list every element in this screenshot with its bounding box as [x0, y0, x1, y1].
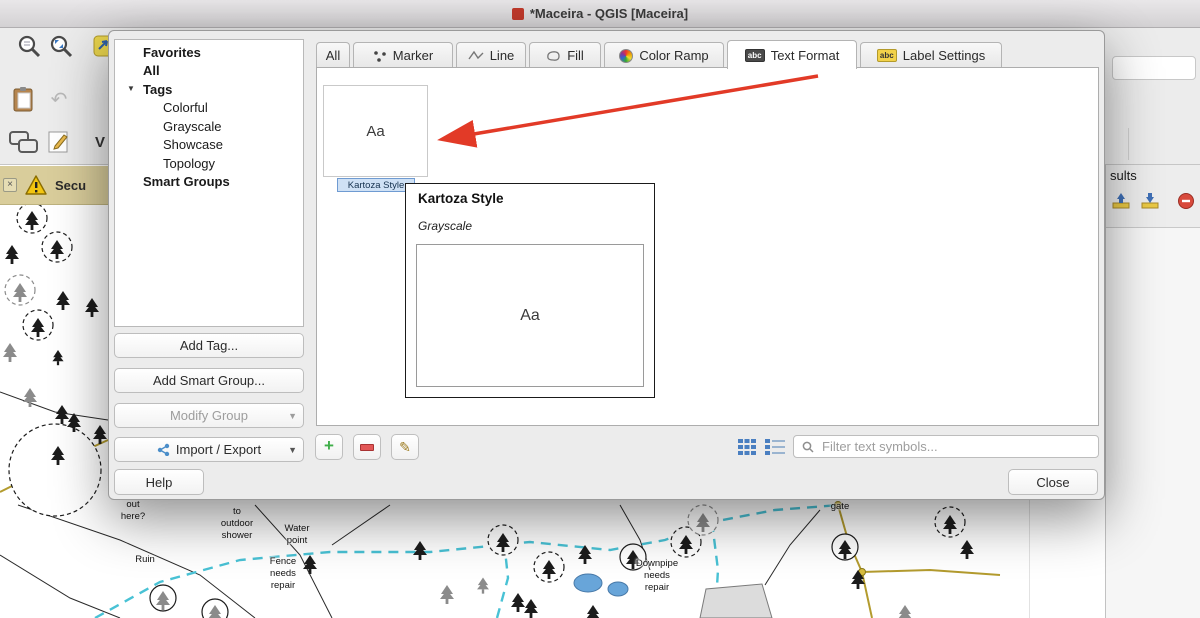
modify-group-button[interactable]: Modify Group▼: [114, 403, 304, 428]
tag-item-tags[interactable]: ▼Tags: [115, 80, 303, 99]
tag-item-grayscale[interactable]: Grayscale: [115, 117, 303, 136]
load-results-icon[interactable]: [1111, 191, 1131, 211]
results-toolbar: [1111, 191, 1197, 211]
results-body: [1106, 228, 1200, 618]
results-panel-title: sults: [1110, 168, 1137, 183]
grid-view-icon: [737, 438, 757, 456]
tab-label-settings[interactable]: abc Label Settings: [860, 42, 1002, 68]
style-tooltip: Kartoza Style Grayscale Aa: [405, 183, 655, 398]
filter-field: [793, 435, 1099, 458]
tab-line[interactable]: Line: [456, 42, 526, 68]
text-format-thumbnail[interactable]: Aa: [323, 85, 428, 177]
tag-item-favorites[interactable]: Favorites: [115, 43, 303, 62]
results-panel: sults: [1105, 165, 1200, 618]
tag-item-showcase[interactable]: Showcase: [115, 136, 303, 155]
zoom-native-icon[interactable]: [17, 34, 43, 60]
map-label: Ruin: [135, 554, 155, 566]
tag-item-topology[interactable]: Topology: [115, 154, 303, 173]
tab-text-format[interactable]: abc Text Format: [727, 40, 857, 69]
map-label: Downpipe needs repair: [636, 558, 678, 594]
message-bar: × Secu: [0, 166, 108, 205]
line-icon: [468, 50, 484, 61]
map-label: to outdoor shower: [221, 506, 253, 542]
edit-label-icon[interactable]: [46, 128, 72, 156]
paste-icon[interactable]: [12, 86, 36, 114]
tag-tree: Favorites All ▼Tags Colorful Grayscale S…: [114, 39, 304, 327]
tab-color-ramp[interactable]: Color Ramp: [604, 42, 724, 68]
plus-icon: +: [324, 436, 334, 456]
toolbar-divider: [1128, 128, 1129, 160]
chevron-down-icon: ▼: [288, 445, 297, 455]
marker-dots-icon: [373, 50, 387, 62]
label-settings-abc-icon: abc: [877, 49, 897, 62]
tooltip-tag: Grayscale: [418, 219, 472, 233]
edit-item-button[interactable]: ✎: [391, 434, 419, 460]
add-tag-button[interactable]: Add Tag...: [114, 333, 304, 358]
fill-icon: [546, 50, 561, 62]
expander-icon[interactable]: ▼: [127, 84, 135, 93]
message-bar-close-icon[interactable]: ×: [3, 178, 17, 192]
icon-view-toggle[interactable]: [737, 438, 757, 456]
text-format-abc-icon: abc: [745, 49, 765, 62]
titlebar: *Maceira - QGIS [Maceira]: [0, 0, 1200, 28]
search-icon: [802, 441, 814, 453]
qgis-window: *Maceira - QGIS [Maceira] ↶ V: [0, 0, 1200, 618]
list-view-toggle[interactable]: [764, 438, 786, 456]
tag-item-all[interactable]: All: [115, 62, 303, 81]
tooltip-preview: Aa: [416, 244, 644, 387]
toolbar-combo-box[interactable]: [1112, 56, 1196, 80]
map-label: Water point: [285, 523, 310, 547]
tab-marker[interactable]: Marker: [353, 42, 453, 68]
close-button[interactable]: Close: [1008, 469, 1098, 495]
tag-item-colorful[interactable]: Colorful: [115, 99, 303, 118]
save-results-icon[interactable]: [1140, 191, 1160, 211]
share-icon: [157, 443, 170, 456]
pencil-icon: ✎: [399, 439, 411, 456]
remove-item-button[interactable]: [353, 434, 381, 460]
help-button[interactable]: Help: [114, 469, 204, 495]
tab-all[interactable]: All: [316, 42, 350, 68]
map-label: out here?: [121, 499, 145, 523]
add-item-button[interactable]: +: [315, 434, 343, 460]
color-ramp-icon: [619, 49, 633, 63]
tab-fill[interactable]: Fill: [529, 42, 601, 68]
chevron-down-icon: ▼: [288, 411, 297, 421]
zoom-full-icon[interactable]: [49, 34, 75, 60]
clear-results-icon[interactable]: [1177, 192, 1195, 210]
add-smart-group-button[interactable]: Add Smart Group...: [114, 368, 304, 393]
move-label-icon[interactable]: [8, 128, 40, 156]
list-view-icon: [764, 438, 786, 456]
warning-icon: [24, 174, 48, 196]
undo-icon[interactable]: ↶: [47, 86, 71, 112]
filter-input[interactable]: [820, 438, 1090, 455]
import-export-button[interactable]: Import / Export ▼: [114, 437, 304, 462]
tag-item-smart-groups[interactable]: Smart Groups: [115, 173, 303, 192]
minus-icon: [360, 444, 374, 451]
text-format-thumbnail-name: Kartoza Style: [337, 178, 415, 192]
document-proxy-icon: [512, 8, 524, 20]
style-type-tabs: All Marker Line Fill Color Ramp abc Text…: [316, 40, 1002, 68]
window-title: *Maceira - QGIS [Maceira]: [530, 6, 688, 21]
message-bar-text: Secu: [55, 178, 86, 193]
tooltip-title: Kartoza Style: [418, 191, 504, 206]
map-label: Fence needs repair: [270, 556, 296, 592]
